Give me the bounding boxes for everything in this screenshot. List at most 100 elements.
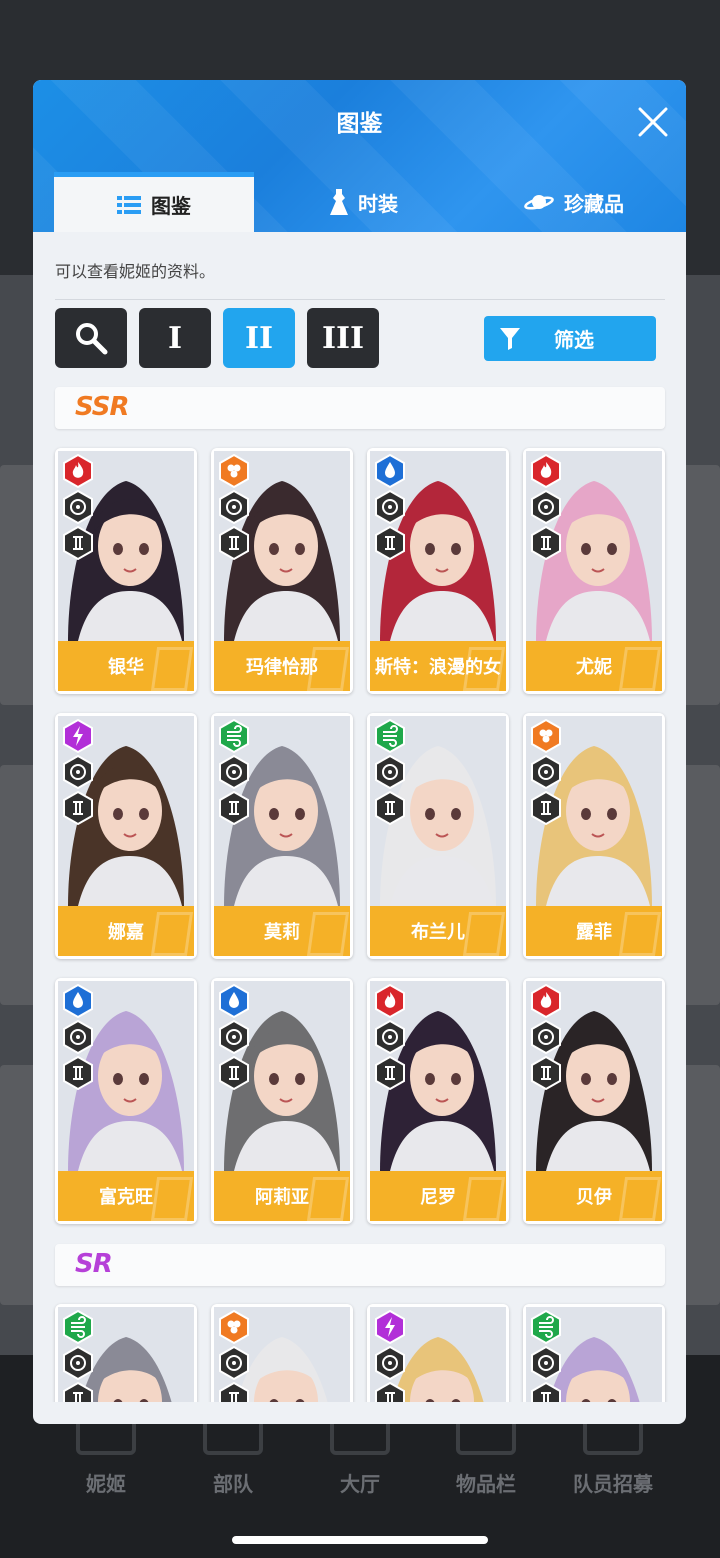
assault-weapon-icon <box>531 755 561 789</box>
wind-element-icon <box>63 1310 93 1344</box>
sniper-weapon-icon <box>63 490 93 524</box>
character-card[interactable]: 尤妮 <box>523 448 665 694</box>
character-card[interactable]: 莫莉 <box>211 713 353 959</box>
burst-II-icon <box>531 1382 561 1402</box>
wind-element-icon <box>375 719 405 753</box>
wind-element-icon <box>531 1310 561 1344</box>
character-card[interactable]: 斯特：浪漫的女 <box>367 448 509 694</box>
description-text: 可以查看妮姬的资料。 <box>55 262 216 281</box>
burst-3-button[interactable]: III <box>307 308 379 368</box>
nav-nikke[interactable]: 妮姬 <box>42 1468 170 1497</box>
smg-weapon-icon <box>531 1020 561 1054</box>
burst-II-icon <box>219 526 249 560</box>
burst-II-icon <box>375 791 405 825</box>
dress-icon <box>330 189 348 215</box>
nav-recruit[interactable]: 队员招募 <box>549 1468 677 1497</box>
iron-element-icon <box>219 1310 249 1344</box>
search-icon <box>76 323 108 355</box>
rarity-sr-label: SR <box>75 1249 113 1279</box>
rarity-ssr-label: SSR <box>75 392 130 422</box>
character-card[interactable]: 阿莉亚 <box>211 978 353 1224</box>
character-card[interactable]: 富克旺 <box>55 978 197 1224</box>
nav-lobby[interactable]: 大厅 <box>296 1468 424 1497</box>
burst-II-icon <box>531 526 561 560</box>
fire-element-icon <box>531 984 561 1018</box>
character-card[interactable] <box>211 1304 353 1402</box>
character-card[interactable]: 娜嘉 <box>55 713 197 959</box>
tab-codex[interactable]: 图鉴 <box>54 172 254 232</box>
section-ssr-header: SSR <box>55 387 665 429</box>
character-name: 露菲 <box>526 906 662 956</box>
close-icon <box>638 107 668 137</box>
burst-1-button[interactable]: I <box>139 308 211 368</box>
character-card[interactable]: 布兰儿 <box>367 713 509 959</box>
character-name: 银华 <box>58 641 194 691</box>
search-button[interactable] <box>55 308 127 368</box>
background-card <box>680 765 720 1005</box>
smg-weapon-icon <box>531 490 561 524</box>
modal-header: 图鉴 图鉴 时装 珍藏品 <box>33 80 686 232</box>
mg-weapon-icon <box>375 1020 405 1054</box>
close-button[interactable] <box>633 102 673 142</box>
electric-element-icon <box>375 1310 405 1344</box>
divider <box>55 299 665 300</box>
background-card <box>680 1065 720 1305</box>
filter-button[interactable]: 筛选 <box>484 316 656 361</box>
fire-element-icon <box>531 454 561 488</box>
burst-II-icon <box>219 1382 249 1402</box>
character-card[interactable]: 露菲 <box>523 713 665 959</box>
character-card[interactable]: 银华 <box>55 448 197 694</box>
iron-element-icon <box>219 454 249 488</box>
iron-element-icon <box>531 719 561 753</box>
character-card[interactable] <box>367 1304 509 1402</box>
smg-weapon-icon <box>375 1346 405 1380</box>
character-card[interactable]: 玛律恰那 <box>211 448 353 694</box>
electric-element-icon <box>63 719 93 753</box>
burst-2-button[interactable]: II <box>223 308 295 368</box>
background-card <box>680 465 720 705</box>
section-sr-header: SR <box>55 1244 665 1286</box>
character-name: 玛律恰那 <box>214 641 350 691</box>
character-card[interactable] <box>55 1304 197 1402</box>
nav-inventory[interactable]: 物品栏 <box>422 1468 550 1497</box>
codex-modal: 图鉴 图鉴 时装 珍藏品 可以查看妮姬的资料。 I II III 筛选 SSR … <box>33 80 686 1424</box>
burst-II-icon <box>531 1056 561 1090</box>
home-indicator[interactable] <box>232 1536 488 1544</box>
fire-element-icon <box>375 984 405 1018</box>
character-card[interactable] <box>523 1304 665 1402</box>
rocket-weapon-icon <box>375 490 405 524</box>
burst-II-icon <box>375 1382 405 1402</box>
tab-collection[interactable]: 珍藏品 <box>474 172 674 232</box>
burst-II-icon <box>219 791 249 825</box>
character-name: 布兰儿 <box>370 906 506 956</box>
water-element-icon <box>219 984 249 1018</box>
tab-collection-label: 珍藏品 <box>564 191 624 216</box>
shotgun-weapon-icon <box>219 490 249 524</box>
character-card[interactable]: 尼罗 <box>367 978 509 1224</box>
assault-weapon-icon <box>375 755 405 789</box>
list-icon <box>117 195 141 214</box>
burst-II-icon <box>63 1056 93 1090</box>
funnel-icon <box>500 327 520 350</box>
character-card[interactable]: 贝伊 <box>523 978 665 1224</box>
water-element-icon <box>63 984 93 1018</box>
burst-II-icon <box>531 791 561 825</box>
character-name: 莫莉 <box>214 906 350 956</box>
assault-weapon-icon <box>219 755 249 789</box>
tab-costume[interactable]: 时装 <box>264 172 464 232</box>
modal-title: 图鉴 <box>336 111 383 137</box>
filter-label: 筛选 <box>554 328 594 352</box>
burst-II-icon <box>63 791 93 825</box>
character-name: 娜嘉 <box>58 906 194 956</box>
character-name: 尼罗 <box>370 1171 506 1221</box>
character-name: 尤妮 <box>526 641 662 691</box>
sniper-weapon-icon <box>63 1346 93 1380</box>
shotgun-weapon-icon <box>63 755 93 789</box>
character-grid: 银华 玛律恰那 斯特：浪漫的女 尤妮 娜嘉 莫莉 布兰儿 露菲 富克旺 阿莉亚 … <box>33 440 686 1402</box>
smg-weapon-icon <box>219 1346 249 1380</box>
mg-weapon-icon <box>531 1346 561 1380</box>
nav-squad[interactable]: 部队 <box>169 1468 297 1497</box>
burst-II-icon <box>63 1382 93 1402</box>
rocket-weapon-icon <box>219 1020 249 1054</box>
character-name: 贝伊 <box>526 1171 662 1221</box>
